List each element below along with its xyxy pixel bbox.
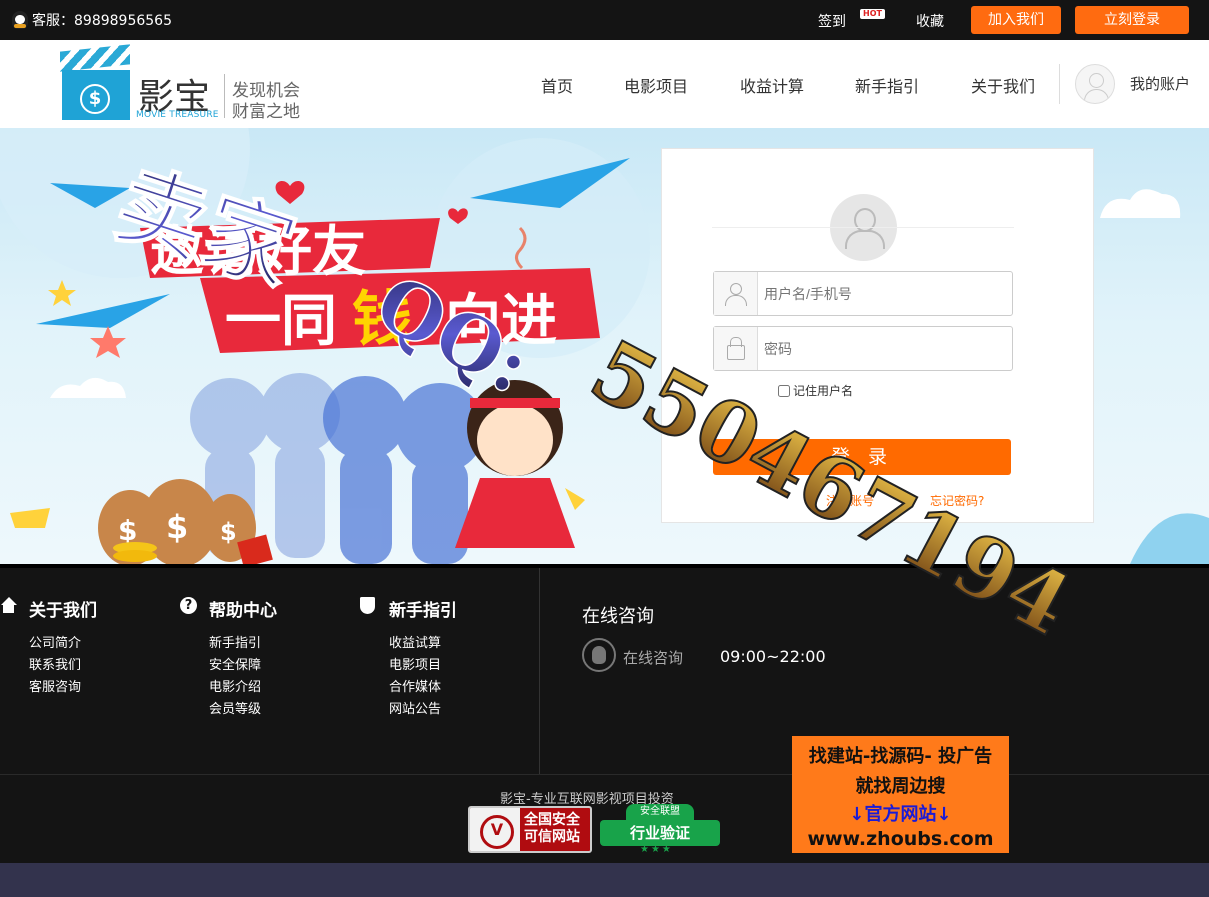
password-field[interactable] — [713, 326, 1013, 371]
ad-line-3: ↓官方网站↓ — [849, 804, 952, 825]
footer-link-income-trial[interactable]: 收益试算 — [389, 633, 441, 655]
qq-chat-icon[interactable] — [582, 638, 616, 672]
hot-badge: HOT — [860, 9, 885, 19]
ad-line-2: 就找周边搜 — [855, 776, 946, 797]
nav-separator — [1059, 64, 1060, 104]
online-consult-link[interactable]: 在线咨询 — [623, 647, 683, 668]
forgot-password-link[interactable]: 忘记密码? — [930, 492, 984, 509]
remember-username[interactable]: 记住用户名 — [778, 382, 853, 399]
trusted-site-badge[interactable]: 全国安全可信网站 — [468, 806, 592, 853]
footer-help-links: 新手指引 安全保障 电影介绍 会员等级 — [209, 633, 261, 721]
verify-badge-top: 安全联盟 — [626, 804, 694, 820]
nav-home[interactable]: 首页 — [541, 73, 573, 97]
password-input[interactable] — [764, 337, 1004, 361]
page-bottom-strip — [0, 863, 1209, 897]
svg-text:$: $ — [166, 508, 188, 546]
qq-penguin-icon — [12, 11, 28, 29]
footer-link-company[interactable]: 公司简介 — [29, 633, 81, 655]
my-account-link[interactable]: 我的账户 — [1130, 73, 1190, 94]
remember-checkbox[interactable] — [778, 384, 790, 397]
industry-verify-badge[interactable]: 安全联盟 行业验证 ★★★ — [600, 804, 720, 855]
login-now-button[interactable]: 立刻登录 — [1075, 6, 1189, 34]
service-hours: 09:00~22:00 — [720, 647, 826, 666]
nav-about-us[interactable]: 关于我们 — [971, 73, 1035, 97]
footer-guide-title: 新手指引 — [389, 601, 457, 621]
home-icon — [0, 597, 17, 614]
footer-about-links: 公司简介 联系我们 客服咨询 — [29, 633, 81, 699]
footer-link-guide[interactable]: 新手指引 — [209, 633, 261, 655]
footer-link-media[interactable]: 合作媒体 — [389, 677, 441, 699]
favorite-link[interactable]: 收藏 — [916, 11, 944, 31]
footer-link-notice[interactable]: 网站公告 — [389, 699, 441, 721]
trust-badge-line1: 全国安全 — [524, 812, 580, 828]
ad-line-1: 找建站-找源码- 投广告 — [808, 746, 993, 767]
ad-box[interactable]: 找建站-找源码- 投广告 就找周边搜 ↓官方网站↓ www.zhoubs.com — [792, 736, 1009, 853]
ad-url[interactable]: www.zhoubs.com — [792, 828, 1009, 850]
footer-link-contact[interactable]: 联系我们 — [29, 655, 81, 677]
banner-illustration[interactable]: 邀请好友 一同 钱 向进 $ $ $ — [0, 128, 660, 564]
footer-about-title: 关于我们 — [29, 601, 97, 621]
nav-movie-projects[interactable]: 电影项目 — [624, 73, 688, 97]
avatar[interactable] — [1075, 64, 1115, 104]
login-submit-button[interactable]: 登 录 — [713, 439, 1011, 475]
customer-service: 客服：89898956565 — [12, 10, 172, 30]
banner-cloud-right — [1100, 189, 1209, 564]
footer-help-title: 帮助中心 — [209, 601, 277, 621]
footer-hr — [0, 774, 1209, 775]
sign-in-daily-link[interactable]: 签到 — [818, 11, 846, 31]
footer-link-security[interactable]: 安全保障 — [209, 655, 261, 677]
logo-divider — [224, 74, 225, 118]
footer-divider — [539, 568, 540, 774]
banner-headline-2: 一同 — [225, 289, 337, 354]
verify-stars: ★★★ — [640, 844, 673, 855]
consult-title: 在线咨询 — [582, 606, 654, 627]
user-icon — [714, 272, 758, 315]
svg-text:$: $ — [220, 518, 237, 546]
login-divider — [712, 227, 1014, 228]
shield-icon — [360, 597, 375, 614]
trust-badge-line2: 可信网站 — [524, 829, 580, 845]
footer-link-movie-intro[interactable]: 电影介绍 — [209, 677, 261, 699]
nav-beginner-guide[interactable]: 新手指引 — [855, 73, 919, 97]
dollar-icon: $ — [80, 84, 110, 114]
customer-service-text: 客服：89898956565 — [32, 13, 172, 29]
lock-icon — [714, 327, 758, 370]
banner-headline-3: 向进 — [445, 289, 557, 354]
v-shield-icon — [470, 808, 520, 851]
banner-headline-1: 邀请好友 — [150, 220, 366, 283]
slogan-line-2: 财富之地 — [232, 102, 300, 122]
nav-income-calculator[interactable]: 收益计算 — [740, 73, 804, 97]
footer-link-movie-projects[interactable]: 电影项目 — [389, 655, 441, 677]
join-us-button[interactable]: 加入我们 — [971, 6, 1061, 34]
footer-link-service[interactable]: 客服咨询 — [29, 677, 81, 699]
username-input[interactable] — [764, 282, 1004, 306]
verify-badge-label: 行业验证 — [600, 820, 720, 846]
username-field[interactable] — [713, 271, 1013, 316]
footer-guide-links: 收益试算 电影项目 合作媒体 网站公告 — [389, 633, 441, 721]
logo-english: MOVIE TREASURE — [136, 110, 219, 120]
register-link[interactable]: 注册账号 — [826, 492, 874, 509]
banner-headline-accent: 钱 — [352, 285, 412, 355]
remember-label: 记住用户名 — [793, 384, 854, 398]
help-icon: ? — [180, 597, 197, 614]
footer-link-member-level[interactable]: 会员等级 — [209, 699, 261, 721]
